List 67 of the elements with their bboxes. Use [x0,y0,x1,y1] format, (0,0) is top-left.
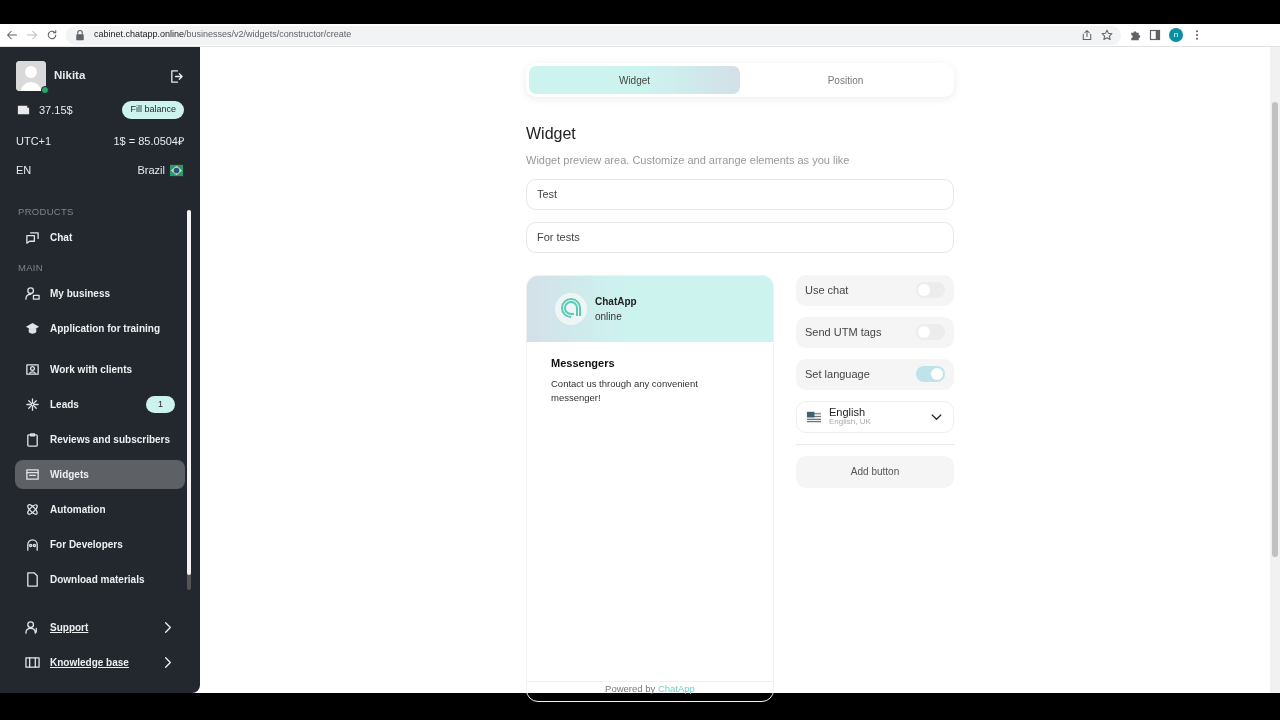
clipboard-icon [25,432,40,447]
graduation-cap-icon [25,321,40,336]
sidebar-link[interactable]: Support [15,612,185,642]
sidebar-item[interactable]: Download materials [15,565,185,594]
side-panel-icon[interactable] [1149,29,1161,41]
text-field[interactable]: Test [526,178,954,210]
sidebar-item[interactable]: Application for training [15,314,185,343]
language-label[interactable]: EN [16,162,32,179]
online-status: online [595,309,623,324]
scrollbar[interactable] [1270,47,1280,693]
sidebar-item[interactable]: Automation [15,495,185,524]
url-text: cabinet.chatapp.online/businesses/v2/widgets/constructor/create [94,28,352,42]
setting-row: Set language [796,358,954,390]
text-field[interactable]: For tests [526,221,954,253]
add-button[interactable]: Add button [796,455,954,488]
messengers-title: Messengers [551,355,616,371]
sidebar-item[interactable]: Leads 1 [15,390,185,419]
brand-name: ChatApp [595,294,637,309]
profile-avatar[interactable]: n [1169,28,1183,42]
section-heading: MAIN [17,260,44,275]
address-bar[interactable]: cabinet.chatapp.online/businesses/v2/widgets/constructor/create [66,25,1121,45]
atom-icon [25,502,40,517]
section-heading: PRODUCTS [17,204,75,219]
person-icon [25,537,40,552]
network-icon [25,397,40,412]
chat-logo-icon [555,292,587,325]
tab[interactable]: Position [740,66,951,94]
section-title: Widget [526,124,577,144]
language-dropdown[interactable]: English English, UK [796,400,954,433]
document-icon [25,572,40,587]
sidebar-item[interactable]: My business [15,279,185,308]
logout-icon[interactable] [169,68,184,84]
sidebar-item[interactable]: Widgets [15,460,185,489]
person-lock-icon [25,286,40,301]
timezone-label[interactable]: UTC+1 [16,132,52,149]
country-flag-icon [169,162,184,178]
exchange-rate: 1$ = 85.0504₽ [113,133,184,149]
balance-amount: 37.15$ [39,102,73,118]
person-icon [25,619,40,635]
sidebar-item[interactable]: Work with clients [15,355,185,384]
sidebar-item[interactable]: Chat [15,222,185,252]
share-icon[interactable] [1081,29,1093,41]
sidebar-link[interactable]: Knowledge base [15,647,185,677]
fill-balance-button[interactable]: Fill balance [122,101,184,119]
sidebar-item[interactable]: Reviews and subscribers [15,425,185,454]
window-icon [25,467,40,482]
section-description: Widget preview area. Customize and arrange elements as you like [526,153,851,168]
messengers-text: Contact us through any convenient messenger! [551,377,699,406]
tab[interactable]: Widget [529,66,740,94]
reload-icon[interactable] [46,29,58,41]
back-arrow-icon[interactable] [6,29,18,41]
id-card-icon [25,362,40,377]
user-name: Nikita [54,68,87,84]
count-badge: 1 [146,395,175,414]
puzzle-piece-icon[interactable] [1129,29,1141,41]
chat-bubbles-icon [25,229,40,245]
toggle-switch[interactable] [916,366,945,382]
country-label[interactable]: Brazil [137,162,165,179]
lock-icon [74,29,86,41]
avatar-silhouette [16,61,46,91]
sidebar-item[interactable]: For Developers [15,530,185,559]
setting-row: Send UTM tags [796,316,954,348]
book-icon [25,654,40,670]
star-icon[interactable] [1101,29,1113,41]
scrollbar[interactable] [187,209,191,590]
flag-icon [806,409,821,424]
setting-row: Use chat [796,274,954,306]
